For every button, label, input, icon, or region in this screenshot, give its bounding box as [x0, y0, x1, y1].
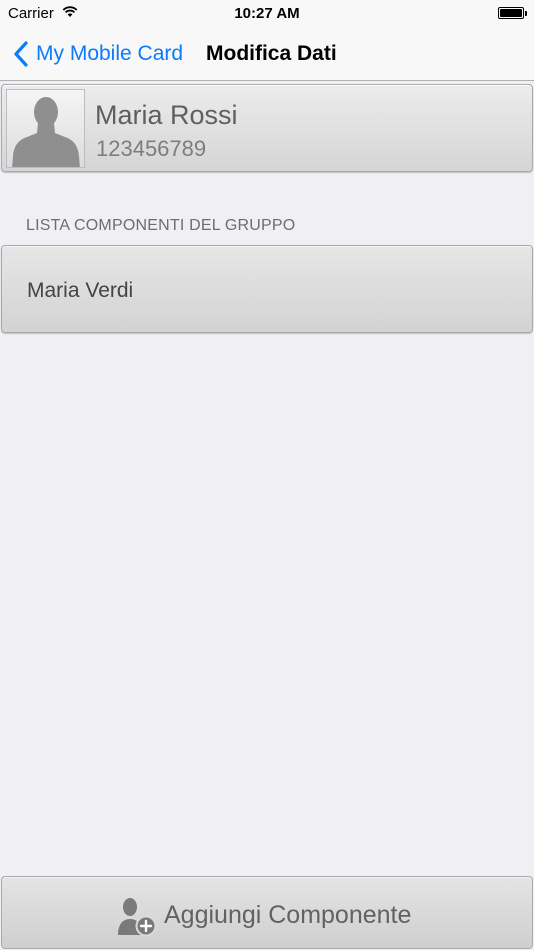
profile-name: Maria Rossi: [95, 100, 238, 130]
member-name: Maria Verdi: [27, 279, 134, 302]
clock: 10:27 AM: [234, 5, 300, 22]
add-person-icon: [118, 898, 157, 937]
add-member-label: Aggiungi Componente: [164, 901, 412, 929]
profile-card[interactable]: Maria Rossi 123456789: [1, 84, 533, 172]
group-section-header: LISTA COMPONENTI DEL GRUPPO: [26, 217, 296, 234]
back-button-label: My Mobile Card: [36, 42, 184, 65]
back-button[interactable]: My Mobile Card: [12, 39, 183, 69]
battery-icon: [498, 7, 527, 19]
page-title: Modifica Dati: [206, 42, 337, 65]
chevron-left-icon: [14, 41, 28, 67]
list-item[interactable]: Maria Verdi: [1, 245, 533, 333]
add-member-button[interactable]: Aggiungi Componente: [1, 876, 533, 949]
card-number: 123456789: [96, 136, 207, 161]
person-silhouette-icon: [6, 89, 85, 168]
navigation-bar: My Mobile Card Modifica Dati: [0, 28, 534, 81]
status-bar: Carrier 10:27 AM: [0, 0, 534, 28]
